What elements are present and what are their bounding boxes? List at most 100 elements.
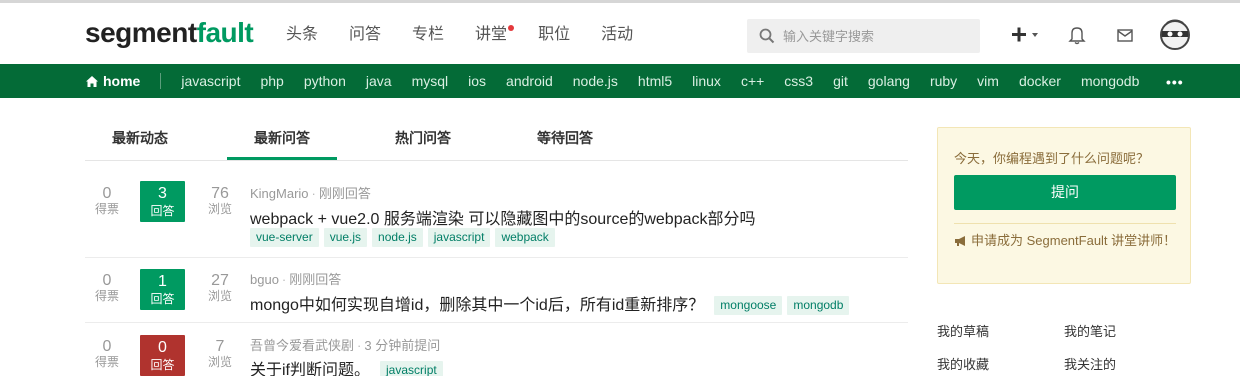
tag-link-cpp[interactable]: c++ (741, 73, 764, 89)
views-stat: 27 浏览 (200, 273, 240, 304)
votes-stat: 0 得票 (87, 186, 127, 217)
nav-item-headlines[interactable]: 头条 (286, 24, 318, 46)
tag-link-python[interactable]: python (304, 73, 346, 89)
answers-label: 回答 (150, 358, 175, 372)
tag-mongodb[interactable]: mongodb (787, 296, 850, 316)
plus-icon[interactable] (1010, 25, 1044, 45)
home-label: home (103, 73, 141, 89)
answers-count: 1 (158, 273, 167, 290)
tag-list: mongoose mongodb (714, 296, 854, 316)
answer-time[interactable]: 刚刚回答 (289, 272, 341, 287)
avatar[interactable] (1158, 18, 1192, 52)
new-dot-badge (508, 25, 515, 31)
tag-list: javascript (380, 361, 448, 376)
votes-label: 得票 (94, 355, 119, 369)
votes-count: 0 (102, 272, 112, 289)
tag-link-mongodb[interactable]: mongodb (1081, 73, 1139, 89)
question-title[interactable]: 关于if判断问题。 (250, 362, 370, 376)
apply-lecturer-link[interactable]: 申请成为 SegmentFault 讲堂讲师！ (954, 231, 1179, 250)
my-favorites-link[interactable]: 我的收藏 (937, 354, 989, 373)
bell-icon[interactable] (1068, 25, 1086, 45)
tag-link-android[interactable]: android (506, 73, 553, 89)
search-input[interactable] (783, 26, 973, 46)
tag-link-java[interactable]: java (366, 73, 392, 89)
views-label: 浏览 (207, 202, 232, 216)
home-icon (86, 75, 98, 87)
my-notes-link[interactable]: 我的笔记 (1064, 321, 1116, 340)
megaphone-icon (955, 236, 965, 246)
ask-time[interactable]: 3 分钟前提问 (364, 338, 440, 353)
question-item: 0 得票 1 回答 27 浏览 bguo · 刚刚回答 mongo中如何实现自增id… (85, 258, 908, 323)
question-meta: KingMario · 刚刚回答 (250, 186, 371, 201)
tag-link-linux[interactable]: linux (692, 73, 721, 89)
question-title-row: 关于if判断问题。 javascript (250, 356, 448, 376)
author-link[interactable]: KingMario (250, 186, 309, 201)
nav-item-lectures[interactable]: 讲堂 (475, 24, 515, 46)
author-link[interactable]: 吾曾今爱看武侠剧 (250, 338, 354, 353)
tab-unanswered[interactable]: 等待回答 (537, 128, 593, 148)
question-tabs: 最新动态 最新问答 热门问答 等待回答 (85, 118, 908, 161)
question-title[interactable]: mongo中如何实现自增id，删除其中一个id后，所有id重新排序？ (250, 297, 704, 314)
nav-item-qa[interactable]: 问答 (349, 24, 381, 46)
nav-item-lectures-label: 讲堂 (475, 26, 508, 43)
answers-count: 0 (158, 339, 167, 356)
answer-time[interactable]: 刚刚回答 (319, 186, 371, 201)
author-link[interactable]: bguo (250, 272, 279, 287)
tag-link-git[interactable]: git (833, 73, 848, 89)
tag-nodejs[interactable]: node.js (372, 228, 423, 247)
nav-item-events[interactable]: 活动 (601, 24, 633, 46)
views-count: 76 (211, 185, 229, 202)
my-following-link[interactable]: 我关注的 (1064, 354, 1116, 373)
views-stat: 76 浏览 (200, 185, 240, 217)
votes-count: 0 (102, 338, 112, 355)
tag-link-ruby[interactable]: ruby (930, 73, 957, 89)
tag-webpack[interactable]: webpack (495, 228, 555, 247)
tag-vuejs[interactable]: vue.js (323, 228, 368, 247)
tag-link-ios[interactable]: ios (468, 73, 486, 89)
tag-link-nodejs[interactable]: node.js (573, 73, 618, 89)
search-icon[interactable] (759, 28, 775, 44)
nav-item-jobs[interactable]: 职位 (538, 24, 570, 46)
question-meta: 吾曾今爱看武侠剧 · 3 分钟前提问 (250, 338, 441, 353)
tag-nav-bar: home javascript php python java mysql io… (0, 64, 1240, 98)
ask-button[interactable]: 提问 (954, 175, 1176, 210)
question-title[interactable]: webpack + vue2.0 服务端渲染 可以隐藏图中的source的web… (250, 205, 756, 229)
home-link[interactable]: home (85, 73, 140, 89)
search-box (747, 19, 980, 53)
tag-link-vim[interactable]: vim (977, 73, 999, 89)
my-drafts-link[interactable]: 我的草稿 (937, 321, 989, 340)
mail-icon[interactable] (1116, 25, 1134, 45)
answers-stat: 0 回答 (140, 335, 185, 376)
site-logo[interactable]: segmentfault (85, 17, 254, 49)
tag-vue-server[interactable]: vue-server (250, 228, 319, 247)
tag-link-html5[interactable]: html5 (638, 73, 672, 89)
logo-text-part1: segment (85, 17, 197, 48)
answers-stat: 1 回答 (140, 269, 185, 310)
votes-label: 得票 (94, 202, 119, 216)
nav-item-columns[interactable]: 专栏 (412, 24, 444, 46)
more-tags-button[interactable]: ••• (1166, 74, 1184, 90)
question-meta: bguo · 刚刚回答 (250, 272, 342, 287)
tag-link-mysql[interactable]: mysql (412, 73, 449, 89)
tag-mongoose[interactable]: mongoose (714, 296, 783, 316)
tag-link-javascript[interactable]: javascript (181, 73, 240, 89)
votes-stat: 0 得票 (87, 272, 127, 304)
votes-stat: 0 得票 (87, 338, 127, 370)
divider (954, 223, 1176, 224)
ask-prompt: 今天，你编程遇到了什么问题呢？ (954, 151, 1150, 166)
tab-hot-questions[interactable]: 热门问答 (395, 128, 451, 148)
tag-link-css3[interactable]: css3 (784, 73, 813, 89)
tag-javascript[interactable]: javascript (427, 228, 491, 247)
logo-text-part2: fault (196, 17, 254, 48)
divider (160, 73, 162, 89)
ask-question-box: 今天，你编程遇到了什么问题呢？ 提问 申请成为 SegmentFault 讲堂讲… (937, 127, 1191, 284)
tab-latest-answers[interactable]: 最新问答 (254, 128, 310, 148)
views-count: 7 (215, 338, 225, 355)
tab-latest-activity[interactable]: 最新动态 (112, 128, 168, 148)
tag-link-docker[interactable]: docker (1019, 73, 1061, 89)
tag-link-golang[interactable]: golang (868, 73, 910, 89)
question-item: 0 得票 0 回答 7 浏览 吾曾今爱看武侠剧 · 3 分钟前提问 关于if判断问题… (85, 323, 908, 376)
tag-link-php[interactable]: php (260, 73, 283, 89)
answers-stat: 3 回答 (140, 181, 185, 222)
tag-javascript[interactable]: javascript (380, 361, 443, 376)
